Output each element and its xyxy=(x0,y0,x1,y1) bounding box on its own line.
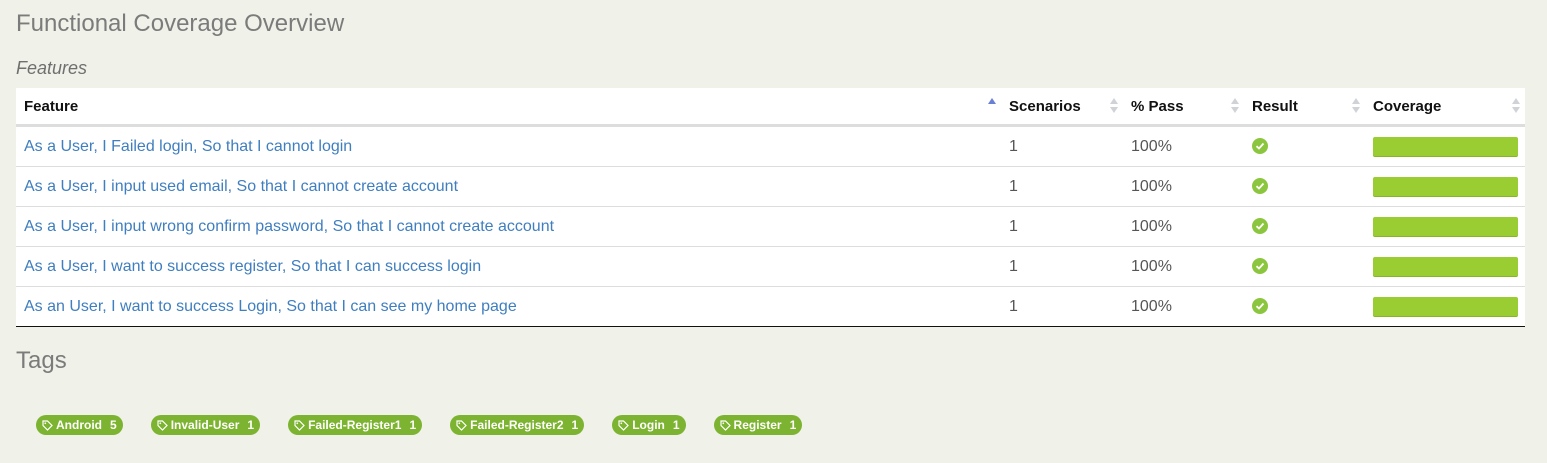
result-cell xyxy=(1244,286,1365,327)
tag-badge[interactable]: Android 5 xyxy=(36,415,123,435)
pass-percent-cell: 100% xyxy=(1123,206,1244,247)
tag-name: Invalid-User xyxy=(170,418,240,432)
coverage-bar xyxy=(1373,176,1518,197)
feature-cell: As a User, I Failed login, So that I can… xyxy=(16,125,1001,167)
tag-list: Android 5 Invalid-User 1 Failed-Register… xyxy=(36,415,803,435)
sort-arrows-icon xyxy=(1352,98,1360,114)
feature-link[interactable]: As a User, I Failed login, So that I can… xyxy=(24,138,352,155)
scenarios-cell: 1 xyxy=(1001,206,1123,247)
tag-name: Failed-Register1 xyxy=(308,418,402,432)
column-header-label: Feature xyxy=(24,97,79,115)
coverage-bar xyxy=(1373,216,1518,237)
tag-icon xyxy=(456,419,467,431)
sort-arrows-icon xyxy=(1231,98,1239,114)
tag-badge[interactable]: Login 1 xyxy=(612,415,686,435)
coverage-bar xyxy=(1373,136,1518,157)
table-row: As a User, I input used email, So that I… xyxy=(16,166,1525,207)
tag-count: 1 xyxy=(789,418,797,432)
feature-cell: As a User, I input wrong confirm passwor… xyxy=(16,206,1001,247)
tag-badge[interactable]: Invalid-User 1 xyxy=(150,415,261,435)
table-row: As a User, I input wrong confirm passwor… xyxy=(16,206,1525,247)
feature-cell: As a User, I input used email, So that I… xyxy=(16,166,1001,207)
pass-percent-cell: 100% xyxy=(1123,246,1244,287)
pass-percent-cell: 100% xyxy=(1123,125,1244,167)
page-title: Functional Coverage Overview xyxy=(16,10,345,37)
feature-link[interactable]: As a User, I want to success register, S… xyxy=(24,258,481,275)
column-header-label: Scenarios xyxy=(1009,97,1081,115)
coverage-bar xyxy=(1373,256,1518,277)
feature-link[interactable]: As a User, I input wrong confirm passwor… xyxy=(24,218,554,235)
tag-icon xyxy=(618,419,630,431)
tag-badge[interactable]: Failed-Register2 1 xyxy=(450,415,585,435)
tag-icon xyxy=(719,419,731,431)
tag-badge[interactable]: Failed-Register1 1 xyxy=(288,415,423,435)
check-circle-icon xyxy=(1252,138,1268,155)
column-header-label: Coverage xyxy=(1373,97,1442,115)
result-cell xyxy=(1244,166,1365,207)
column-header-feature[interactable]: Feature xyxy=(16,88,1001,127)
tag-name: Register xyxy=(733,418,782,432)
feature-link[interactable]: As a User, I input used email, So that I… xyxy=(24,178,458,195)
check-circle-icon xyxy=(1252,178,1268,195)
tag-count: 1 xyxy=(247,418,255,432)
column-header-scenarios[interactable]: Scenarios xyxy=(1001,88,1123,127)
check-circle-icon xyxy=(1252,258,1268,275)
column-header-label: % Pass xyxy=(1131,97,1184,115)
scenarios-cell: 1 xyxy=(1001,286,1123,327)
tag-count: 1 xyxy=(409,418,417,432)
coverage-cell xyxy=(1365,246,1525,287)
coverage-cell xyxy=(1365,125,1525,167)
result-cell xyxy=(1244,206,1365,247)
check-circle-icon xyxy=(1252,218,1268,235)
feature-cell: As a User, I want to success register, S… xyxy=(16,246,1001,287)
tag-name: Login xyxy=(632,418,665,432)
coverage-cell xyxy=(1365,166,1525,207)
table-row: As an User, I want to success Login, So … xyxy=(16,286,1525,327)
tags-title: Tags xyxy=(16,347,67,374)
tag-count: 1 xyxy=(571,418,579,432)
sort-ascending-icon xyxy=(988,98,996,114)
column-header-result[interactable]: Result xyxy=(1244,88,1365,127)
feature-cell: As an User, I want to success Login, So … xyxy=(16,286,1001,327)
tag-icon xyxy=(157,419,168,431)
features-table: Feature Scenarios % Pass Result Coverage xyxy=(16,88,1525,327)
table-header-row: Feature Scenarios % Pass Result Coverage xyxy=(16,88,1525,127)
tag-count: 1 xyxy=(672,418,680,432)
column-header-coverage[interactable]: Coverage xyxy=(1365,88,1525,127)
tag-icon xyxy=(42,419,53,431)
sort-arrows-icon xyxy=(1110,98,1118,114)
coverage-cell xyxy=(1365,286,1525,327)
scenarios-cell: 1 xyxy=(1001,246,1123,287)
pass-percent-cell: 100% xyxy=(1123,286,1244,327)
column-header-label: Result xyxy=(1252,97,1298,115)
check-circle-icon xyxy=(1252,298,1268,315)
tag-icon xyxy=(294,419,305,431)
tag-name: Android xyxy=(56,418,102,432)
tag-count: 5 xyxy=(110,418,117,432)
table-row: As a User, I Failed login, So that I can… xyxy=(16,125,1525,167)
pass-percent-cell: 100% xyxy=(1123,166,1244,207)
sort-arrows-icon xyxy=(1512,98,1520,114)
tag-badge[interactable]: Register 1 xyxy=(713,415,803,435)
features-caption: Features xyxy=(16,58,88,78)
coverage-bar xyxy=(1373,296,1518,317)
table-row: As a User, I want to success register, S… xyxy=(16,246,1525,287)
column-header-pass[interactable]: % Pass xyxy=(1123,88,1244,127)
coverage-cell xyxy=(1365,206,1525,247)
feature-link[interactable]: As an User, I want to success Login, So … xyxy=(24,298,517,315)
result-cell xyxy=(1244,125,1365,167)
scenarios-cell: 1 xyxy=(1001,166,1123,207)
scenarios-cell: 1 xyxy=(1001,125,1123,167)
result-cell xyxy=(1244,246,1365,287)
tag-name: Failed-Register2 xyxy=(470,418,564,432)
